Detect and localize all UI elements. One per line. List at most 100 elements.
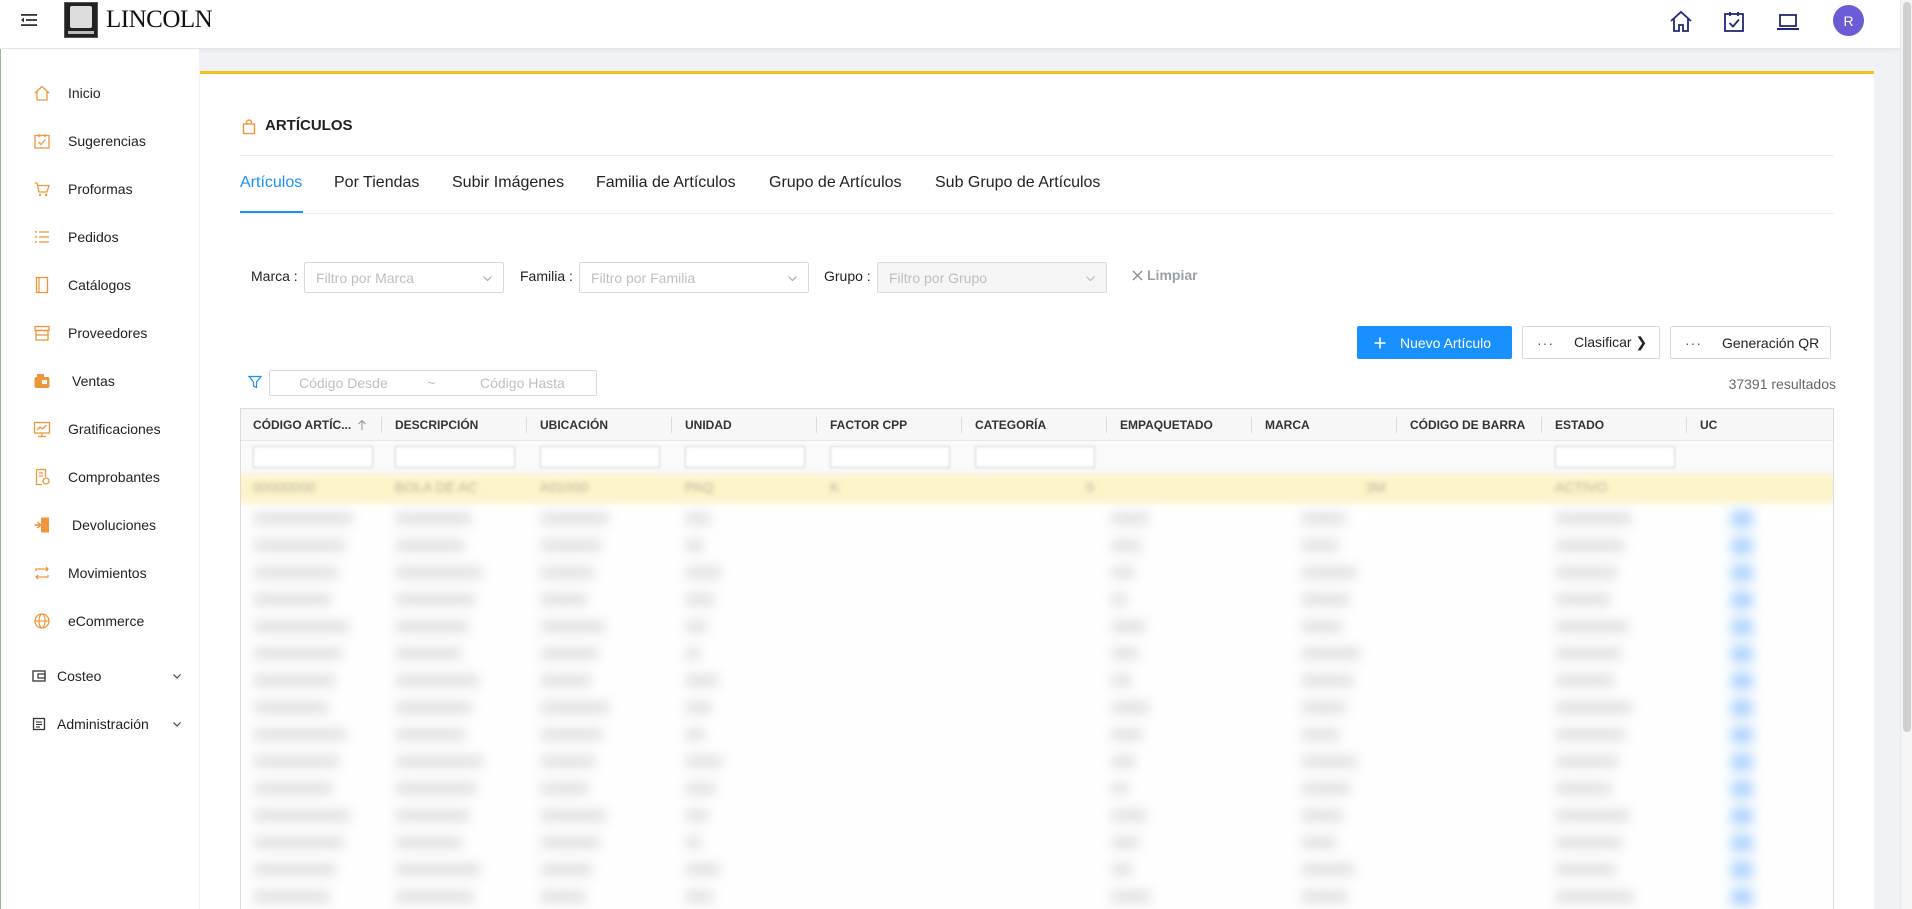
marca-select[interactable]: Filtro por Marca	[304, 262, 504, 293]
blurred-cell	[253, 730, 347, 739]
code-range-input[interactable]: Código Desde ~ Código Hasta	[269, 370, 597, 396]
column-filter-input[interactable]	[685, 446, 805, 468]
blurred-cell	[1111, 649, 1139, 658]
uc-action-cell[interactable]	[1731, 646, 1753, 662]
column-filter-input[interactable]	[1555, 446, 1675, 468]
blurred-cell	[540, 730, 603, 739]
cell-estado: ACTIVO	[1555, 479, 1608, 495]
sidebar-item-movimientos[interactable]: Movimientos	[1, 553, 200, 593]
laptop-icon[interactable]	[1775, 9, 1801, 35]
clear-filters-button[interactable]: Limpiar	[1132, 267, 1198, 283]
calendar-check-icon[interactable]	[1721, 9, 1747, 35]
blurred-cell	[1555, 541, 1625, 550]
sidebar-item-ecommerce[interactable]: eCommerce	[1, 601, 200, 641]
column-filter-input[interactable]	[395, 446, 515, 468]
sidebar-item-inicio[interactable]: Inicio	[1, 73, 200, 113]
home-icon[interactable]	[1668, 9, 1694, 35]
column-header-uc[interactable]: UC	[1700, 418, 1717, 432]
menu-collapse-icon[interactable]	[20, 11, 38, 29]
column-filter-input[interactable]	[253, 446, 373, 468]
globe-icon	[34, 613, 50, 629]
uc-action-cell[interactable]	[1731, 511, 1753, 527]
store-icon	[34, 325, 50, 341]
column-header-ubicacion[interactable]: UBICACIÓN	[540, 418, 608, 432]
table-row-divider	[241, 801, 1833, 802]
tabs-divider	[240, 213, 1834, 214]
sort-arrow-up-icon[interactable]	[357, 419, 367, 431]
range-separator: ~	[427, 375, 436, 391]
sidebar-item-pedidos[interactable]: Pedidos	[1, 217, 200, 257]
sidebar-item-sugerencias[interactable]: Sugerencias	[1, 121, 200, 161]
blurred-cell	[1111, 514, 1149, 523]
table-row-divider	[241, 828, 1833, 829]
tab-por-tiendas[interactable]: Por Tiendas	[334, 174, 419, 222]
title-divider	[240, 155, 1834, 156]
blurred-cell	[685, 514, 711, 523]
return-door-icon	[34, 517, 49, 533]
sidebar-item-gratificaciones[interactable]: Gratificaciones	[1, 409, 200, 449]
familia-select[interactable]: Filtro por Familia	[579, 262, 809, 293]
blurred-cell	[253, 757, 340, 766]
column-header-factor-cpp[interactable]: FACTOR CPP	[830, 418, 907, 432]
classify-button[interactable]: ··· Clasificar ❯	[1522, 326, 1660, 359]
column-filter-input[interactable]	[830, 446, 950, 468]
uc-action-cell[interactable]	[1731, 538, 1753, 554]
tab-grupo-articulos[interactable]: Grupo de Artículos	[769, 174, 902, 222]
qr-generation-button[interactable]: ··· Generación QR	[1670, 326, 1831, 359]
column-header-marca[interactable]: MARCA	[1265, 418, 1310, 432]
uc-action-cell[interactable]	[1731, 565, 1753, 581]
marca-placeholder: Filtro por Marca	[316, 270, 415, 286]
chevron-down-icon	[173, 722, 181, 727]
column-header-empaquetado[interactable]: EMPAQUETADO	[1120, 418, 1213, 432]
sidebar-group-costeo[interactable]: Costeo	[1, 656, 200, 696]
column-header-descripcion[interactable]: DESCRIPCIÓN	[395, 418, 478, 432]
uc-action-cell[interactable]	[1731, 781, 1753, 797]
close-icon	[1132, 270, 1143, 281]
tab-sub-grupo-articulos[interactable]: Sub Grupo de Artículos	[935, 174, 1100, 222]
blurred-cell	[253, 595, 332, 604]
uc-action-cell[interactable]	[1731, 700, 1753, 716]
uc-action-cell[interactable]	[1731, 727, 1753, 743]
sidebar-item-proveedores[interactable]: Proveedores	[1, 313, 200, 353]
user-avatar[interactable]: R	[1833, 5, 1864, 36]
sidebar-group-administracion[interactable]: Administración	[1, 704, 200, 744]
uc-action-cell[interactable]	[1731, 835, 1753, 851]
column-header-estado[interactable]: ESTADO	[1555, 418, 1604, 432]
blurred-cell	[1301, 865, 1355, 874]
column-filter-input[interactable]	[975, 446, 1095, 468]
sidebar-item-devoluciones[interactable]: Devoluciones	[1, 505, 200, 545]
blurred-cell	[1301, 595, 1350, 604]
tab-articulos[interactable]: Artículos	[240, 174, 302, 222]
uc-action-cell[interactable]	[1731, 673, 1753, 689]
table-row-divider	[241, 585, 1833, 586]
tab-subir-imagenes[interactable]: Subir Imágenes	[452, 174, 564, 222]
sidebar-item-comprobantes[interactable]: Comprobantes	[1, 457, 200, 497]
uc-action-cell[interactable]	[1731, 889, 1753, 905]
filter-funnel-icon[interactable]	[248, 375, 262, 389]
column-header-codigo[interactable]: CÓDIGO ARTÍC...	[253, 418, 351, 432]
grupo-select[interactable]: Filtro por Grupo	[877, 262, 1107, 293]
blurred-cell	[540, 703, 610, 712]
new-article-button[interactable]: Nuevo Artículo	[1357, 326, 1512, 359]
uc-action-cell[interactable]	[1731, 862, 1753, 878]
column-header-codigo-barra[interactable]: CÓDIGO DE BARRA	[1410, 418, 1525, 432]
table-row-divider	[241, 666, 1833, 667]
blurred-cell	[685, 541, 704, 550]
tab-familia-articulos[interactable]: Familia de Artículos	[596, 174, 736, 222]
uc-action-cell[interactable]	[1731, 754, 1753, 770]
sidebar-item-proformas[interactable]: Proformas	[1, 169, 200, 209]
column-header-unidad[interactable]: UNIDAD	[685, 418, 732, 432]
blurred-cell	[685, 676, 719, 685]
column-filter-input[interactable]	[540, 446, 660, 468]
uc-action-cell[interactable]	[1731, 592, 1753, 608]
uc-action-cell[interactable]	[1731, 808, 1753, 824]
blurred-cell	[253, 514, 353, 523]
blurred-cell	[1111, 703, 1150, 712]
page-scrollbar-thumb[interactable]	[1903, 2, 1911, 732]
sidebar-item-label: Ventas	[72, 373, 115, 389]
sidebar-item-catalogos[interactable]: Catálogos	[1, 265, 200, 305]
page-scrollbar[interactable]	[1900, 0, 1912, 909]
uc-action-cell[interactable]	[1731, 619, 1753, 635]
sidebar-item-ventas[interactable]: Ventas	[1, 361, 200, 401]
column-header-categoria[interactable]: CATEGORÍA	[975, 418, 1046, 432]
